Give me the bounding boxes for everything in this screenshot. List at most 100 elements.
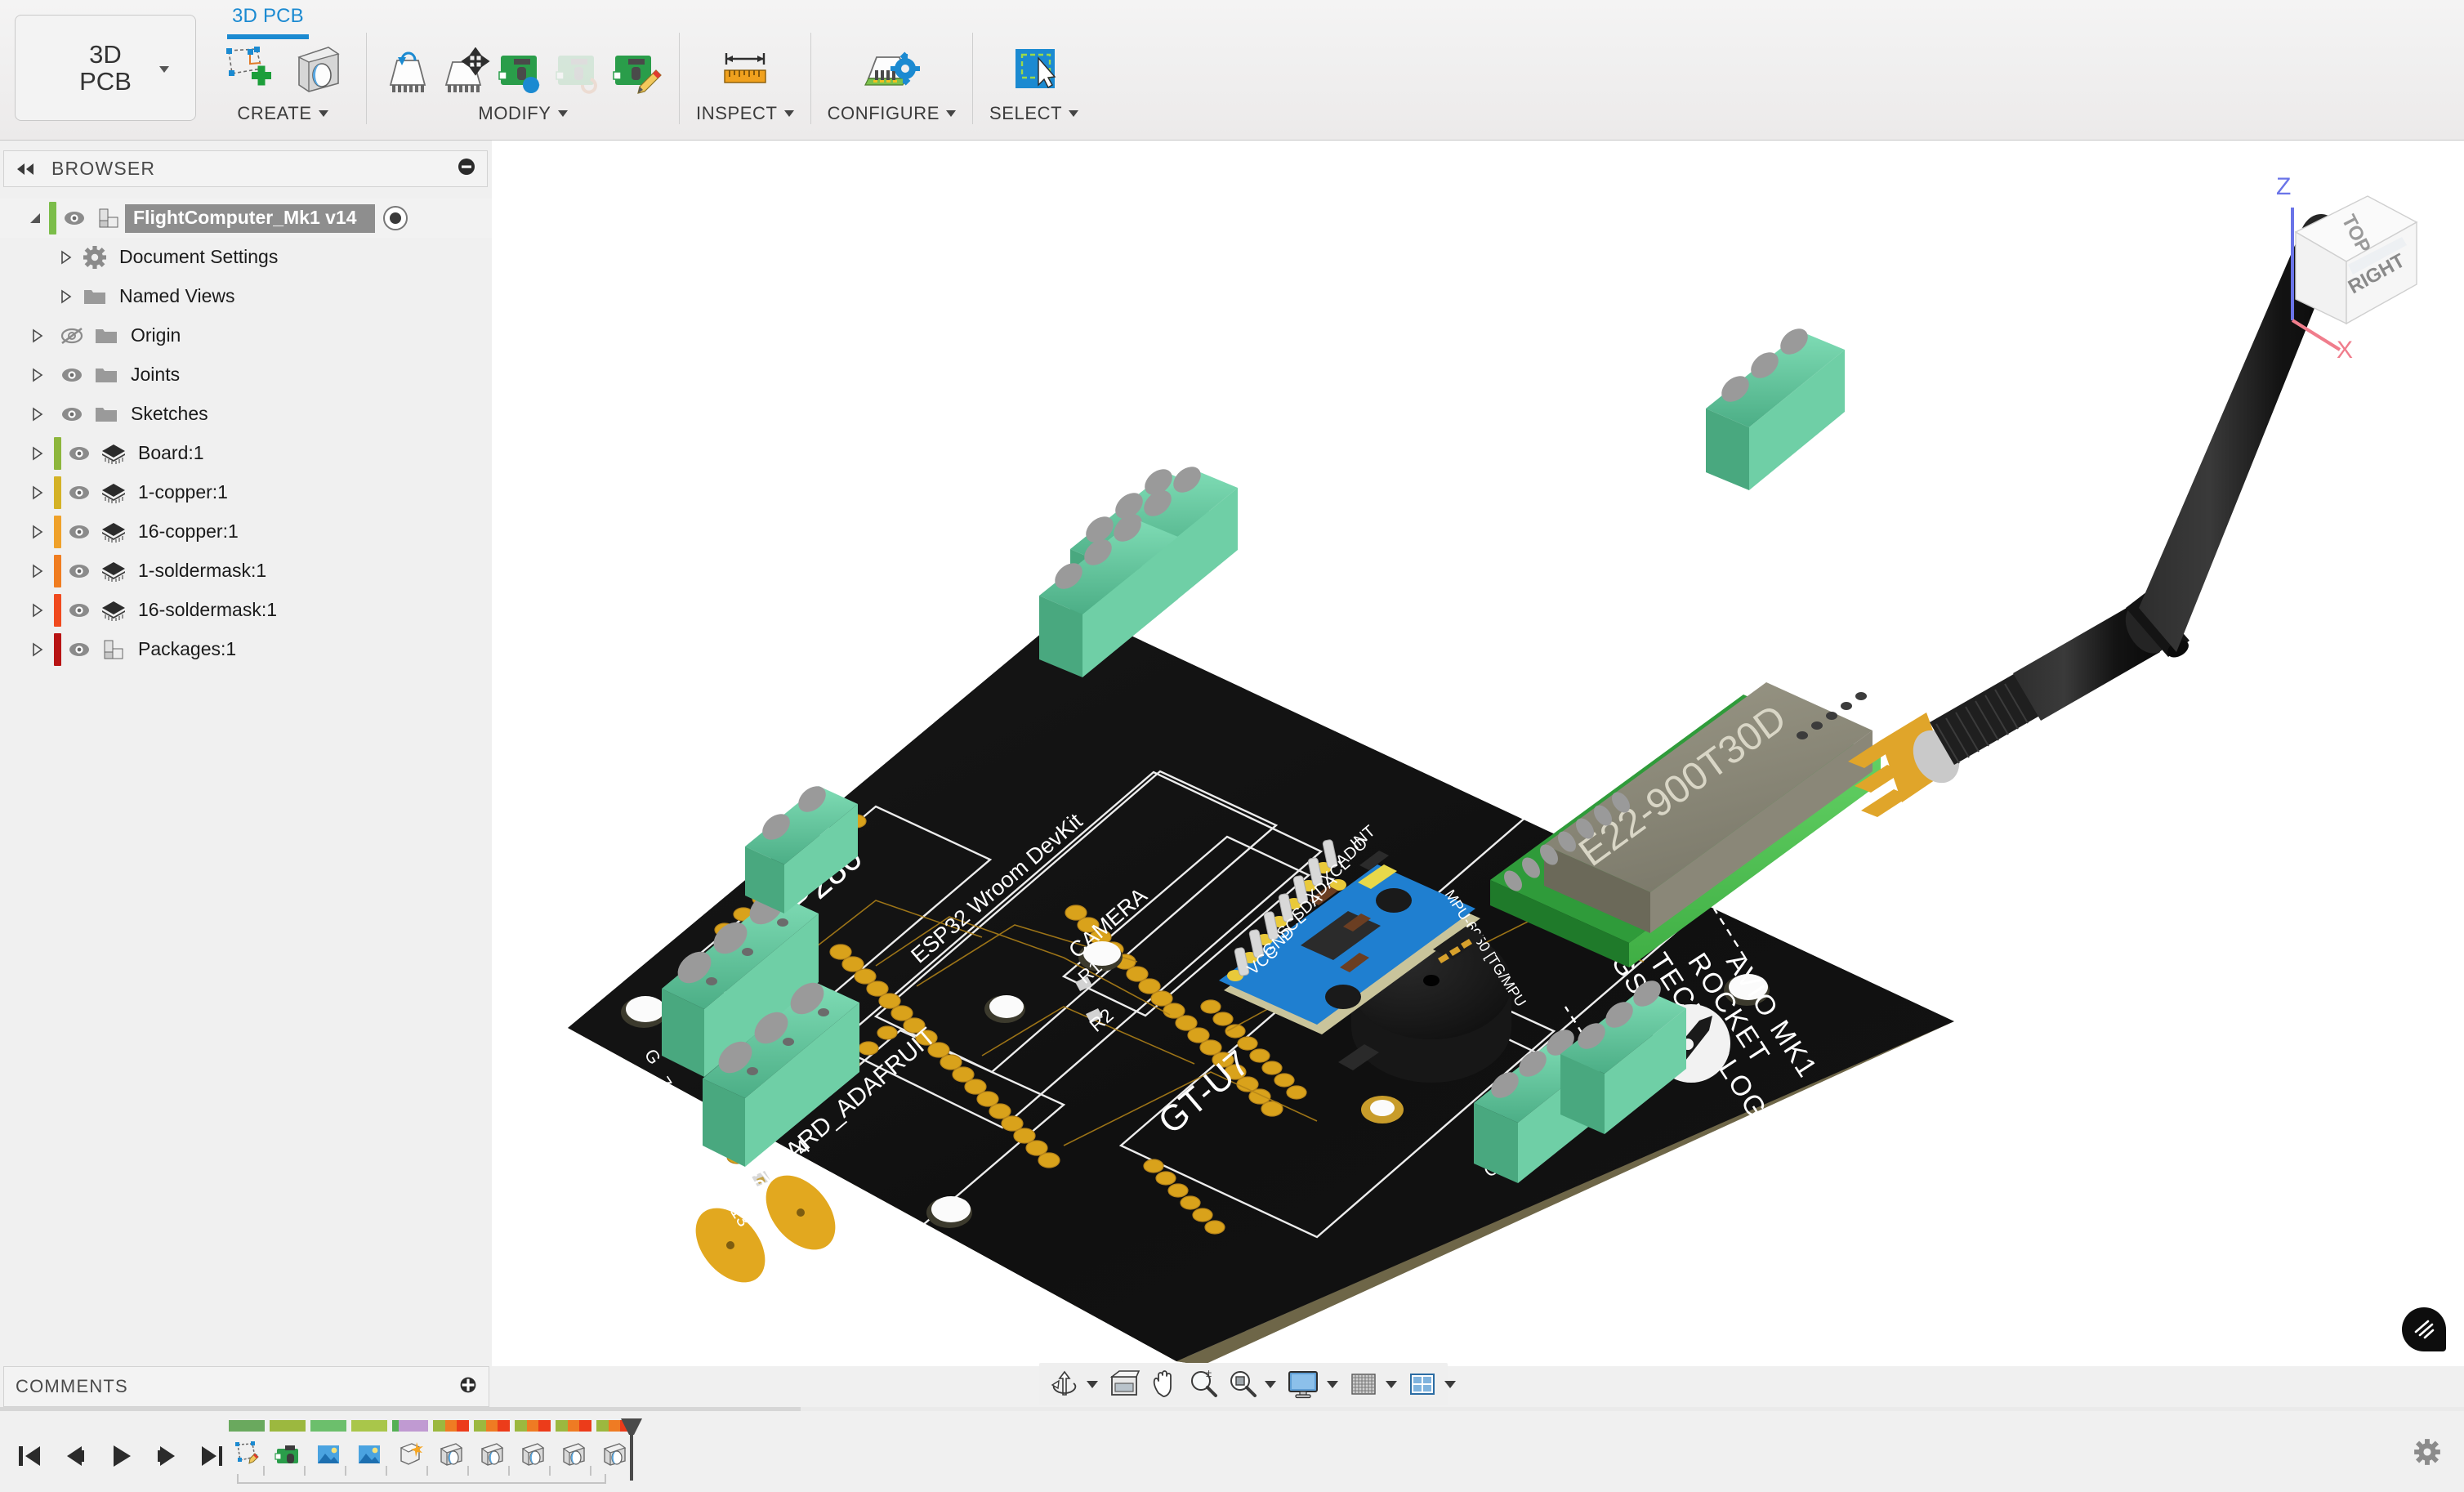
go-to-beginning-icon[interactable] <box>15 1442 44 1470</box>
tree-item-named-views[interactable]: Named Views <box>0 277 492 316</box>
comments-panel[interactable]: COMMENTS <box>3 1366 489 1407</box>
workspace-selector[interactable]: 3D PCB <box>15 15 196 121</box>
viewports-icon[interactable] <box>1404 1366 1441 1402</box>
place-component-icon[interactable] <box>498 46 548 100</box>
chevron-down-icon[interactable] <box>1444 1380 1456 1388</box>
visibility-eye-icon[interactable] <box>54 406 90 422</box>
tree-item-label: 16-soldermask:1 <box>130 596 288 625</box>
tree-item-packages[interactable]: Packages:1 <box>0 630 492 669</box>
comments-title: COMMENTS <box>16 1376 128 1396</box>
3d-viewport[interactable]: BMP280 SDCARD_ADAFRUIT ESP32 Wroom DevKi… <box>492 141 2464 1366</box>
tree-item-sketches[interactable]: Sketches <box>0 395 492 434</box>
chevron-down-icon[interactable] <box>1265 1380 1276 1388</box>
lora-module: E22-900T30D <box>1490 682 1881 967</box>
move-copy-icon[interactable] <box>440 46 491 100</box>
create-component-icon[interactable] <box>286 39 350 100</box>
tree-item-document-settings[interactable]: Document Settings <box>0 238 492 277</box>
viewport-badge-icon[interactable] <box>2402 1307 2446 1351</box>
panel-select-title[interactable]: SELECT <box>989 103 1079 124</box>
display-settings-icon[interactable] <box>1283 1366 1324 1402</box>
visibility-eye-hidden-icon[interactable] <box>54 327 90 345</box>
step-back-icon[interactable] <box>60 1442 90 1470</box>
expand-collapse-icon[interactable] <box>21 328 54 344</box>
timeline-feature-pcb[interactable] <box>270 1420 306 1472</box>
expand-collapse-icon[interactable] <box>21 563 54 579</box>
expand-collapse-icon[interactable] <box>54 288 78 305</box>
chevron-down-icon[interactable] <box>1327 1380 1338 1388</box>
chevron-down-icon <box>557 110 568 117</box>
chevron-down-icon <box>318 110 328 117</box>
tree-item-1-copper[interactable]: 1-copper:1 <box>0 473 492 512</box>
edit-component-icon[interactable] <box>612 46 663 100</box>
panel-inspect-title[interactable]: INSPECT <box>696 103 794 124</box>
axis-label-x: X <box>2337 337 2353 358</box>
expand-collapse-icon[interactable] <box>21 602 54 619</box>
expand-collapse-icon[interactable] <box>21 445 54 462</box>
expand-collapse-icon[interactable] <box>21 406 54 422</box>
play-icon[interactable] <box>106 1442 136 1470</box>
timeline-feature-component-4[interactable] <box>556 1420 591 1472</box>
timeline-marker-icon[interactable] <box>619 1417 644 1486</box>
grid-snap-icon[interactable] <box>1345 1366 1382 1402</box>
minimize-icon[interactable] <box>458 158 475 180</box>
tree-item-label: Named Views <box>111 282 245 311</box>
visibility-eye-icon[interactable] <box>61 445 97 462</box>
assembly-icon <box>97 637 130 662</box>
visibility-eye-icon[interactable] <box>61 641 97 658</box>
visibility-eye-icon[interactable] <box>61 563 97 579</box>
panel-modify-title[interactable]: MODIFY <box>478 103 568 124</box>
expand-collapse-icon[interactable] <box>54 249 78 266</box>
panel-inspect: INSPECT <box>685 29 806 134</box>
timeline-feature-new-component[interactable] <box>392 1420 428 1472</box>
timeline[interactable] <box>222 1414 647 1487</box>
chevron-down-icon <box>1069 110 1079 117</box>
tree-item-label: 1-copper:1 <box>130 478 238 507</box>
tree-item-origin[interactable]: Origin <box>0 316 492 355</box>
activate-component-radio[interactable] <box>382 206 408 230</box>
look-at-icon[interactable] <box>1105 1366 1144 1402</box>
unlink-component-icon[interactable] <box>555 46 605 100</box>
expand-collapse-icon[interactable] <box>21 524 54 540</box>
view-cube[interactable]: Z X TOP RIGHT <box>2261 154 2441 358</box>
expand-collapse-icon[interactable] <box>21 485 54 501</box>
collapse-left-icon[interactable] <box>14 161 38 177</box>
visibility-eye-icon[interactable] <box>61 524 97 540</box>
zoom-icon[interactable]: ± <box>1185 1366 1222 1402</box>
expand-collapse-icon[interactable] <box>21 210 49 226</box>
push-pull-icon[interactable] <box>383 46 434 100</box>
visibility-eye-icon[interactable] <box>61 485 97 501</box>
tree-item-root[interactable]: FlightComputer_Mk1 v14 <box>0 199 492 238</box>
expand-collapse-icon[interactable] <box>21 641 54 658</box>
tree-item-joints[interactable]: Joints <box>0 355 492 395</box>
tree-item-board[interactable]: Board:1 <box>0 434 492 473</box>
visibility-eye-icon[interactable] <box>54 367 90 383</box>
board-settings-icon[interactable] <box>859 39 923 100</box>
visibility-eye-icon[interactable] <box>61 602 97 619</box>
panel-create-title[interactable]: CREATE <box>237 103 328 124</box>
chevron-down-icon[interactable] <box>1386 1380 1397 1388</box>
color-indicator <box>54 594 61 627</box>
orbit-icon[interactable] <box>1046 1366 1083 1402</box>
timeline-feature-component-1[interactable] <box>433 1420 469 1472</box>
timeline-feature-component-2[interactable] <box>474 1420 510 1472</box>
step-forward-icon[interactable] <box>152 1442 181 1470</box>
chevron-down-icon[interactable] <box>1087 1380 1098 1388</box>
measure-icon[interactable] <box>713 39 777 100</box>
select-window-icon[interactable] <box>1002 39 1066 100</box>
settings-gear-icon[interactable] <box>2413 1438 2441 1470</box>
expand-collapse-icon[interactable] <box>21 367 54 383</box>
timeline-feature-sketch[interactable] <box>229 1420 265 1472</box>
tree-item-1-soldermask[interactable]: 1-soldermask:1 <box>0 552 492 591</box>
add-comment-icon[interactable] <box>459 1376 477 1398</box>
tree-item-16-copper[interactable]: 16-copper:1 <box>0 512 492 552</box>
panel-configure-title[interactable]: CONFIGURE <box>828 103 956 124</box>
tree-item-16-soldermask[interactable]: 16-soldermask:1 <box>0 591 492 630</box>
color-indicator <box>54 476 61 509</box>
pan-icon[interactable] <box>1145 1366 1183 1402</box>
timeline-feature-image-2[interactable] <box>351 1420 387 1472</box>
visibility-eye-icon[interactable] <box>56 210 92 226</box>
create-3d-pcb-icon[interactable] <box>216 39 279 100</box>
zoom-fit-icon[interactable] <box>1224 1366 1261 1402</box>
timeline-feature-component-3[interactable] <box>515 1420 551 1472</box>
timeline-feature-image-1[interactable] <box>310 1420 346 1472</box>
